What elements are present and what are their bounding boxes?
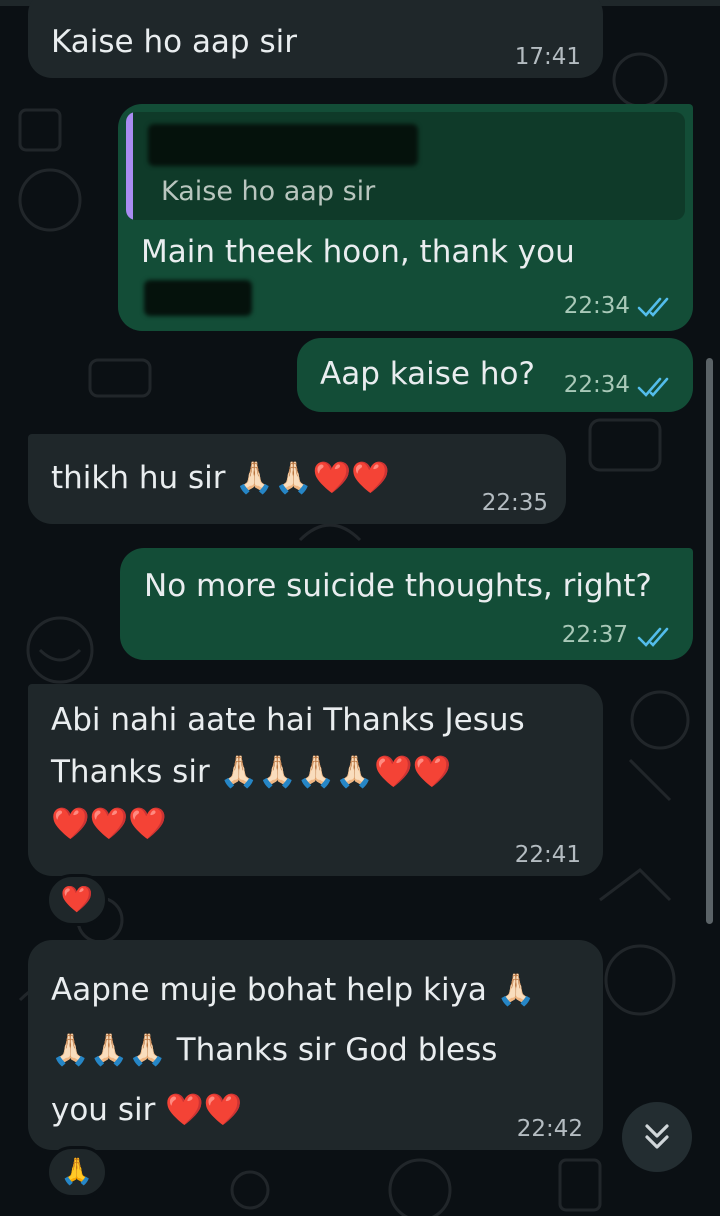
message-text: No more suicide thoughts, right? [144,568,652,604]
message-incoming[interactable]: thikh hu sir 🙏🏻🙏🏻❤️❤️ 22:35 [28,434,566,524]
scrollbar[interactable] [706,358,713,924]
scroll-to-bottom-button[interactable] [622,1102,692,1172]
message-outgoing[interactable]: Aap kaise ho? 22:34 [297,338,693,412]
message-incoming[interactable]: Abi nahi aate hai Thanks Jesus Thanks si… [28,684,603,876]
double-check-icon [637,377,669,397]
reaction-badge[interactable]: 🙏 [46,1146,108,1198]
quoted-text: Kaise ho aap sir [161,176,376,207]
message-time: 22:41 [514,842,581,868]
message-time: 22:42 [516,1116,583,1142]
reaction-badge[interactable]: ❤️ [46,874,108,926]
message-text: Aap kaise ho? [320,356,535,392]
message-outgoing-reply[interactable]: Kaise ho aap sir Main theek hoon, thank … [118,104,693,331]
message-text: Main theek hoon, thank you [141,234,575,270]
redacted-sender-name [148,124,418,166]
message-time: 22:34 [563,372,630,398]
message-text: Abi nahi aate hai Thanks Jesus Thanks si… [51,702,525,842]
reaction-emoji: ❤️ [60,885,94,915]
message-incoming[interactable]: Kaise ho aap sir 17:41 [28,0,603,78]
double-check-icon [637,297,669,317]
quote-bar [126,112,133,220]
message-time: 17:41 [514,44,581,70]
message-text: thikh hu sir 🙏🏻🙏🏻❤️❤️ [51,460,390,496]
message-time: 22:34 [563,293,630,319]
message-time: 22:35 [481,490,548,516]
chat-thread[interactable]: Kaise ho aap sir 17:41 Kaise ho aap sir … [0,0,720,1216]
message-incoming[interactable]: Aapne muje bohat help kiya 🙏🏻 🙏🏻🙏🏻🙏🏻 Tha… [28,940,603,1150]
double-check-icon [637,627,669,647]
quoted-message[interactable]: Kaise ho aap sir [126,112,685,220]
chevron-double-down-icon [645,1124,669,1149]
message-text: Aapne muje bohat help kiya 🙏🏻 🙏🏻🙏🏻🙏🏻 Tha… [51,972,536,1128]
redacted-name [144,280,252,316]
reaction-emoji: 🙏 [60,1157,94,1187]
message-outgoing[interactable]: No more suicide thoughts, right? 22:37 [120,548,693,660]
message-text: Kaise ho aap sir [51,24,297,60]
message-time: 22:37 [561,622,628,648]
